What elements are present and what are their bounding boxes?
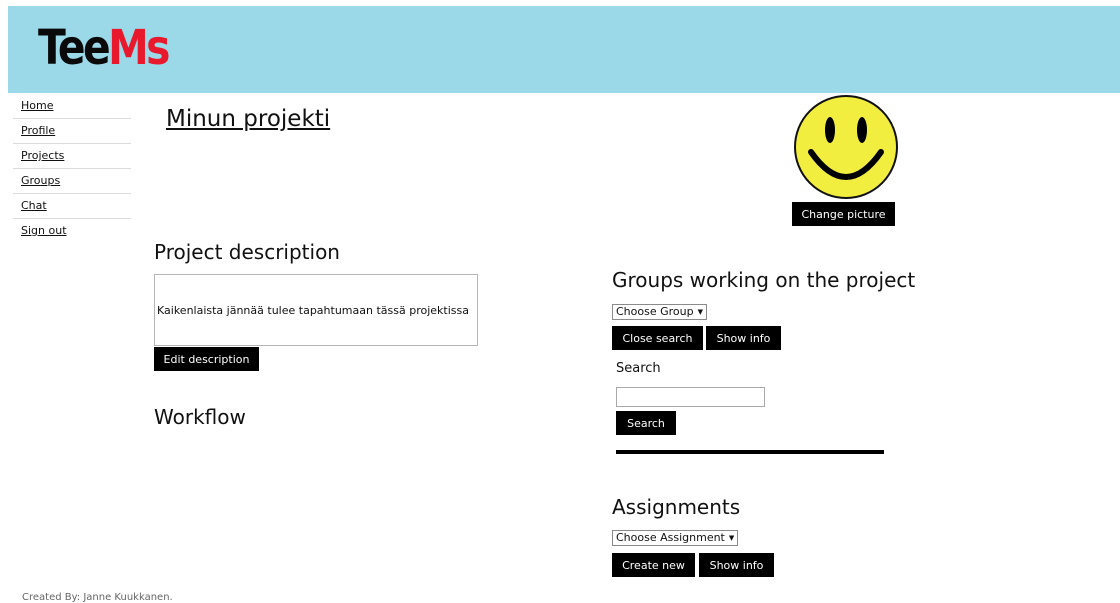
edit-description-button[interactable]: Edit description	[154, 347, 259, 371]
logo-part-tee: Tee	[38, 20, 111, 76]
choose-assignment-select[interactable]: Choose Assignment ▼	[612, 530, 739, 546]
groups-show-info-button[interactable]: Show info	[706, 326, 781, 350]
nav-item-groups[interactable]: Groups	[13, 169, 131, 194]
choose-group-select[interactable]: Choose Group ▼	[612, 304, 707, 320]
change-picture-button[interactable]: Change picture	[792, 202, 895, 226]
nav-item-chat[interactable]: Chat	[13, 194, 131, 219]
search-input[interactable]	[616, 387, 765, 407]
smiley-avatar-icon	[794, 95, 898, 199]
choose-group-value: Choose Group	[616, 305, 694, 318]
logo-part-ms: Ms	[108, 20, 170, 76]
nav-item-sign-out[interactable]: Sign out	[13, 219, 131, 244]
teems-logo[interactable]: TeeMs	[38, 18, 170, 78]
sidebar-nav: Home Profile Projects Groups Chat Sign o…	[13, 94, 131, 244]
nav-item-home[interactable]: Home	[13, 94, 131, 119]
workflow-heading: Workflow	[154, 405, 246, 429]
choose-assignment-value: Choose Assignment	[616, 531, 725, 544]
header-banner: TeeMs	[8, 6, 1120, 93]
assignments-show-info-button[interactable]: Show info	[699, 553, 774, 577]
section-divider	[616, 450, 884, 454]
groups-heading: Groups working on the project	[612, 268, 916, 292]
project-description-box: Kaikenlaista jännää tulee tapahtumaan tä…	[154, 274, 478, 346]
nav-item-profile[interactable]: Profile	[13, 119, 131, 144]
project-description-text: Kaikenlaista jännää tulee tapahtumaan tä…	[157, 303, 469, 317]
create-new-button[interactable]: Create new	[612, 553, 695, 577]
search-label: Search	[616, 361, 661, 376]
close-search-button[interactable]: Close search	[612, 326, 703, 350]
footer-credit: Created By: Janne Kuukkanen.	[22, 592, 173, 603]
select-caret-icon: ▼	[697, 308, 703, 316]
search-button[interactable]: Search	[616, 411, 676, 435]
project-description-heading: Project description	[154, 240, 340, 264]
nav-item-projects[interactable]: Projects	[13, 144, 131, 169]
select-caret-icon: ▼	[728, 534, 735, 542]
project-title: Minun projekti	[166, 106, 331, 132]
assignments-heading: Assignments	[612, 495, 741, 519]
